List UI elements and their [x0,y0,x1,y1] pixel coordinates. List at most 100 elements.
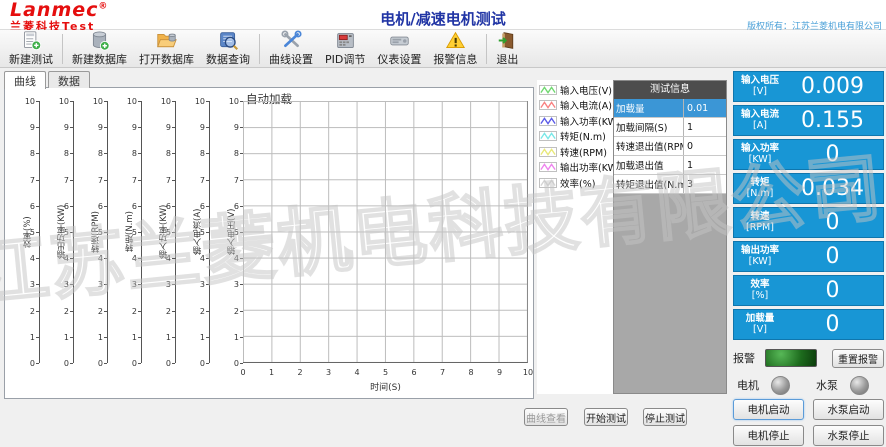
measurement-title: 输入功率 [734,144,786,155]
y-axis-line [107,101,108,363]
y-tick-mark [138,258,141,259]
alarm-row: 报警 重置报警 [733,347,884,369]
reset-alarm-button[interactable]: 重置报警 [832,349,884,368]
device-indicator-row: 电机 水泵 [733,374,884,396]
alarm-led-indicator [765,349,817,367]
tab-data[interactable]: 数据 [48,71,90,88]
pump-label: 水泵 [816,377,838,393]
measurement-tile: 效率[%]0 [733,275,884,306]
y-axis-title: 转速(RPM) [90,101,102,363]
toolbar-button-label: 新建数据库 [72,54,127,66]
measurement-title: 效率 [734,280,786,291]
legend-color-swatch [539,131,557,141]
measurement-unit: [V] [734,87,786,98]
test-info-row[interactable]: 转速退出值(RPM)0 [614,137,726,156]
y-axis-line [175,101,176,363]
y-tick-mark [206,153,209,154]
test-info-row[interactable]: 转矩退出值(N.m)3 [614,175,726,194]
measurement-name: 加载量[V] [734,314,786,336]
toolbar-new-database-button[interactable]: 新建数据库 [66,31,133,67]
y-tick-mark [172,284,175,285]
toolbar-pid-adjust-button[interactable]: PID调节 [319,31,371,67]
curve-view-button[interactable]: 曲线查看 [524,408,568,426]
y-tick-mark [138,337,141,338]
measurement-unit: [N.m] [734,189,786,200]
motor-start-button[interactable]: 电机启动 [733,399,804,420]
motor-status-led [771,376,790,395]
y-tick-mark [206,232,209,233]
toolbar-separator [259,34,260,64]
test-info-row-label: 转速退出值(RPM) [614,139,683,153]
toolbar-meter-settings-button[interactable]: 仪表设置 [371,31,427,67]
legend-label: 输入电流(A) [560,98,612,112]
legend-label: 转速(RPM) [560,145,607,159]
y-tick-mark [206,311,209,312]
y-tick-mark [36,232,39,233]
test-info-row-value: 1 [684,122,726,133]
toolbar-button-label: 报警信息 [433,54,477,66]
toolbar-exit-button[interactable]: 退出 [490,31,524,67]
test-info-row[interactable]: 加载退出值1 [614,156,726,175]
test-info-row-label: 加载量 [614,101,683,115]
x-tick-label: 5 [378,368,394,377]
test-info-row[interactable]: 加载量0.01 [614,99,726,118]
measurement-title: 转矩 [734,178,786,189]
measurement-value: 0 [786,278,883,303]
alarm-label: 报警 [733,350,765,366]
y-axis-title: 输入电流(A) [192,101,204,363]
measurement-value: 0.034 [786,176,883,201]
stop-test-button[interactable]: 停止测试 [643,408,687,426]
y-tick-mark [70,153,73,154]
y-tick-mark [70,258,73,259]
pump-start-button[interactable]: 水泵启动 [813,399,884,420]
y-tick-mark [138,180,141,181]
y-tick-mark [36,311,39,312]
measurement-tile: 输入电流[A]0.155 [733,105,884,136]
y-tick-mark [206,258,209,259]
y-tick-mark [172,153,175,154]
measurement-tile: 加载量[V]0 [733,309,884,340]
legend-item: 效率(%) [539,175,613,191]
y-tick-mark [104,363,107,364]
alarm-info-icon [445,30,466,54]
measurement-name: 输出功率[KW] [734,246,786,268]
toolbar-open-database-button[interactable]: 打开数据库 [133,31,200,67]
tab-curve[interactable]: 曲线 [4,71,46,89]
y-tick-mark [70,127,73,128]
y-tick-mark [172,258,175,259]
toolbar-data-query-button[interactable]: 数据查询 [200,31,256,67]
legend-item: 输入电流(A) [539,98,613,114]
y-tick-mark [172,311,175,312]
y-tick-mark [104,180,107,181]
motor-stop-button[interactable]: 电机停止 [733,425,804,446]
y-tick-mark [206,101,209,102]
data-query-icon [218,30,239,54]
pump-stop-button[interactable]: 水泵停止 [813,425,884,446]
open-database-icon [156,30,177,54]
toolbar-alarm-info-button[interactable]: 报警信息 [427,31,483,67]
measurement-unit: [V] [734,325,786,336]
y-tick-mark [104,258,107,259]
y-tick-mark [104,337,107,338]
legend-item: 输出功率(KW) [539,160,613,176]
measurement-value: 0 [786,312,883,337]
measurement-title: 输出功率 [734,246,786,257]
toolbar-separator [486,34,487,64]
y-tick-mark [172,363,175,364]
y-axis-line [73,101,74,363]
legend-label: 输出功率(KW) [560,160,621,174]
measurement-name: 输入功率[KW] [734,144,786,166]
start-test-button[interactable]: 开始测试 [584,408,628,426]
toolbar-new-test-button[interactable]: 新建测试 [3,31,59,67]
toolbar-curve-settings-button[interactable]: 曲线设置 [263,31,319,67]
legend-item: 转矩(N.m) [539,129,613,145]
legend-label: 输入功率(KW) [560,114,621,128]
test-info-header: 测试信息 [614,81,726,99]
measurement-unit: [%] [734,291,786,302]
y-tick-mark [36,153,39,154]
measurement-tile: 输出功率[KW]0 [733,241,884,272]
test-info-row[interactable]: 加载间隔(S)1 [614,118,726,137]
y-tick-mark [138,232,141,233]
y-tick-mark [138,363,141,364]
y-axis-line [209,101,210,363]
